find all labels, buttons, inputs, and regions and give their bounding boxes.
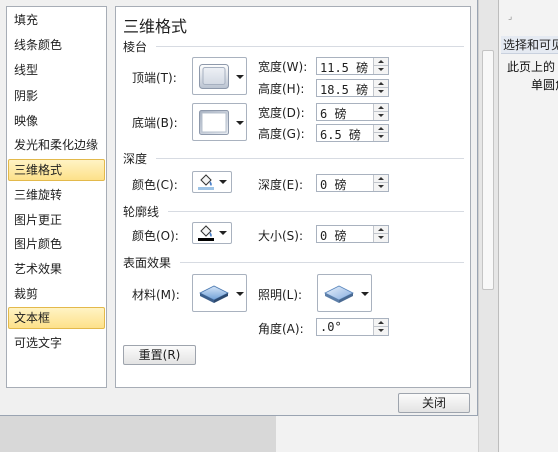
- nav-item-reflection[interactable]: 映像: [8, 110, 105, 132]
- nav-item-picture-corrections[interactable]: 图片更正: [8, 209, 105, 231]
- nav-item-glow-soft-edges[interactable]: 发光和柔化边缘: [8, 134, 105, 156]
- spin-up-button[interactable]: [373, 104, 388, 112]
- spin-up-button[interactable]: [373, 58, 388, 66]
- nav-item-line-color[interactable]: 线条颜色: [8, 34, 105, 56]
- surface-section-label: 表面效果: [123, 256, 172, 270]
- section-divider: [156, 158, 464, 159]
- section-divider: [156, 46, 464, 47]
- spin-down-button[interactable]: [373, 327, 388, 335]
- selection-pane: 选择和可见 此页上的 单圆角: [498, 0, 558, 452]
- contour-color-picker[interactable]: [192, 222, 232, 244]
- chevron-down-icon: [236, 292, 244, 296]
- chevron-down-icon: [219, 180, 227, 184]
- spin-down-button[interactable]: [373, 234, 388, 242]
- selection-pane-text: 此页上的: [507, 60, 556, 74]
- nav-item-text-box[interactable]: 文本框: [8, 307, 105, 329]
- lighting-dropdown[interactable]: [317, 274, 372, 312]
- chevron-down-icon: [236, 121, 244, 125]
- spin-down-button[interactable]: [373, 183, 388, 191]
- bevel-bottom-height-label: 高度(G):: [258, 127, 305, 141]
- nav-item-picture-color[interactable]: 图片颜色: [8, 233, 105, 255]
- bevel-bottom-height-value[interactable]: 6.5 磅: [320, 126, 361, 143]
- bevel-top-width-value[interactable]: 11.5 磅: [320, 59, 368, 76]
- lighting-balanced-icon: [324, 285, 354, 303]
- paint-bucket-icon: [198, 225, 214, 241]
- bevel-top-height-value[interactable]: 18.5 磅: [320, 81, 368, 98]
- spin-up-button[interactable]: [373, 226, 388, 234]
- selection-pane-title: 选择和可见: [501, 36, 558, 54]
- bevel-top-label: 顶端(T):: [132, 71, 177, 85]
- spin-down-button[interactable]: [373, 133, 388, 141]
- bevel-bottom-width-label: 宽度(D):: [258, 106, 305, 120]
- depth-color-picker[interactable]: [192, 171, 232, 193]
- material-plastic-icon: [199, 285, 229, 303]
- nav-item-shadow[interactable]: 阴影: [8, 85, 105, 107]
- spin-down-button[interactable]: [373, 66, 388, 74]
- settings-panel: 三维格式 棱台 顶端(T): 宽度(W): 11.5 磅 高度(H): 18.5: [115, 6, 471, 388]
- nav-item-fill[interactable]: 填充: [8, 9, 105, 31]
- bevel-circle-icon: [199, 64, 229, 89]
- contour-size-spinner[interactable]: 0 磅: [316, 225, 389, 243]
- lighting-label: 照明(L):: [258, 288, 303, 302]
- bevel-bottom-height-spinner[interactable]: 6.5 磅: [316, 124, 389, 142]
- contour-section-label: 轮廓线: [123, 205, 160, 219]
- nav-item-3d-format[interactable]: 三维格式: [8, 159, 105, 181]
- contour-color-label: 颜色(O):: [132, 229, 179, 243]
- material-dropdown[interactable]: [192, 274, 247, 312]
- nav-item-line-style[interactable]: 线型: [8, 59, 105, 81]
- section-divider: [180, 262, 464, 263]
- bevel-bottom-label: 底端(B):: [132, 116, 178, 130]
- selection-pane-item[interactable]: 单圆角: [531, 76, 558, 93]
- material-label: 材料(M):: [132, 288, 180, 302]
- depth-spinner[interactable]: 0 磅: [316, 174, 389, 192]
- chevron-down-icon: [361, 292, 369, 296]
- spin-up-button[interactable]: [373, 80, 388, 88]
- bevel-bottom-width-spinner[interactable]: 6 磅: [316, 103, 389, 121]
- nav-item-crop[interactable]: 裁剪: [8, 283, 105, 305]
- page-title: 三维格式: [123, 17, 188, 36]
- depth-value[interactable]: 0 磅: [320, 176, 346, 193]
- angle-value[interactable]: .0°: [320, 320, 342, 334]
- angle-label: 角度(A):: [258, 322, 304, 336]
- angle-spinner[interactable]: .0°: [316, 318, 389, 336]
- scrollbar-thumb[interactable]: [482, 50, 494, 290]
- bevel-bottom-dropdown[interactable]: [192, 103, 247, 141]
- spin-up-button[interactable]: [373, 319, 388, 327]
- depth-label: 深度(E):: [258, 178, 303, 192]
- contour-size-value[interactable]: 0 磅: [320, 227, 346, 244]
- chevron-down-icon: [236, 75, 244, 79]
- bevel-top-dropdown[interactable]: [192, 57, 247, 95]
- bevel-top-height-label: 高度(H):: [258, 82, 305, 96]
- bevel-top-width-label: 宽度(W):: [258, 60, 308, 74]
- spin-up-button[interactable]: [373, 125, 388, 133]
- bevel-section-label: 棱台: [123, 40, 148, 54]
- nav-item-artistic-effects[interactable]: 艺术效果: [8, 258, 105, 280]
- nav-item-alt-text[interactable]: 可选文字: [8, 332, 105, 354]
- format-picture-dialog: 填充 线条颜色 线型 阴影 映像 发光和柔化边缘 三维格式 三维旋转 图片更正 …: [0, 0, 478, 416]
- bevel-top-height-spinner[interactable]: 18.5 磅: [316, 79, 389, 97]
- depth-section-label: 深度: [123, 152, 148, 166]
- contour-size-label: 大小(S):: [258, 229, 304, 243]
- close-button[interactable]: 关闭: [398, 393, 470, 413]
- depth-color-label: 颜色(C):: [132, 178, 178, 192]
- bevel-bottom-width-value[interactable]: 6 磅: [320, 105, 346, 122]
- paint-bucket-icon: [198, 174, 214, 190]
- resize-grip-icon: ⌟: [508, 12, 513, 22]
- reset-button[interactable]: 重置(R): [123, 345, 196, 365]
- bevel-angle-icon: [199, 110, 229, 135]
- bevel-top-width-spinner[interactable]: 11.5 磅: [316, 57, 389, 75]
- category-list: 填充 线条颜色 线型 阴影 映像 发光和柔化边缘 三维格式 三维旋转 图片更正 …: [6, 6, 107, 388]
- chevron-down-icon: [219, 231, 227, 235]
- spin-up-button[interactable]: [373, 175, 388, 183]
- spin-down-button[interactable]: [373, 112, 388, 120]
- spin-down-button[interactable]: [373, 88, 388, 96]
- nav-item-3d-rotation[interactable]: 三维旋转: [8, 184, 105, 206]
- section-divider: [168, 211, 464, 212]
